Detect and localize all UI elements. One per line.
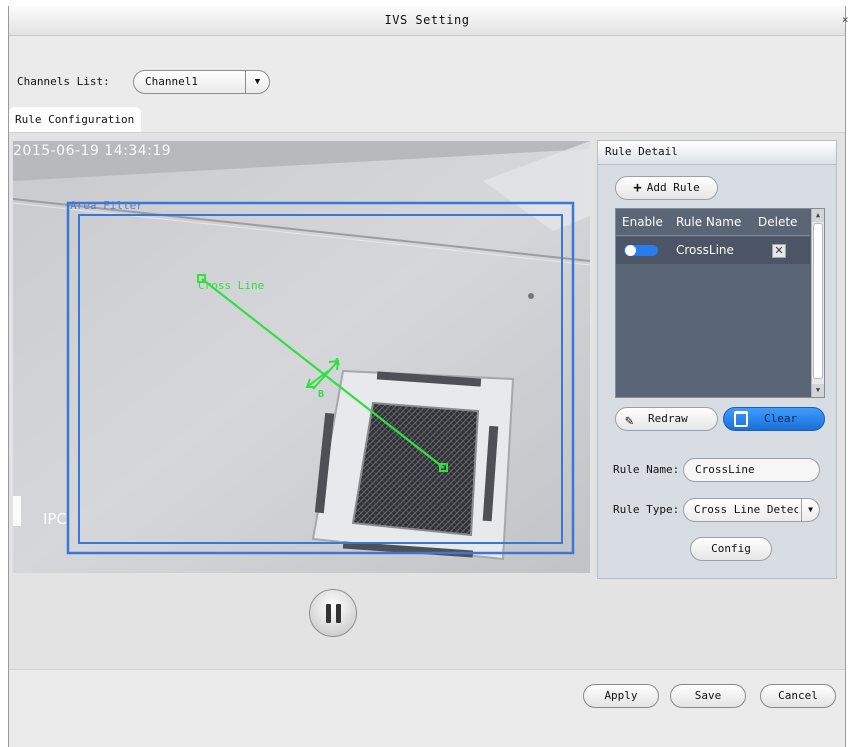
column-delete: Delete <box>758 215 798 229</box>
rule-type-label: Rule Type: <box>613 503 680 516</box>
column-rule-name: Rule Name <box>676 215 742 229</box>
rule-list-header: Enable Rule Name Delete <box>616 209 810 236</box>
redraw-button[interactable]: ✎ Redraw <box>615 407 718 431</box>
channel-select[interactable]: Channel1 ▼ <box>133 70 270 94</box>
rule-detail-panel: Rule Detail + Add Rule Enable Rule Name D… <box>597 140 837 579</box>
rule-name-input[interactable]: CrossLine <box>683 458 820 482</box>
scrollbar-thumb[interactable] <box>813 223 823 379</box>
rule-list-scrollbar[interactable]: ▲ ▼ <box>811 209 824 397</box>
save-button[interactable]: Save <box>670 684 746 708</box>
add-rule-label: Add Rule <box>646 181 700 194</box>
close-icon[interactable]: × <box>842 6 849 34</box>
enable-toggle[interactable] <box>624 245 658 256</box>
chevron-down-icon[interactable]: ▼ <box>245 71 269 93</box>
redraw-label: Redraw <box>648 412 688 425</box>
window-title: IVS Setting <box>384 13 470 27</box>
video-timestamp: 2015-06-19 14:34:19 <box>13 143 172 159</box>
chevron-down-icon[interactable]: ▼ <box>801 499 819 521</box>
add-rule-button[interactable]: + Add Rule <box>615 176 718 200</box>
video-preview[interactable]: 2015-06-19 14:34:19 Area Filter Cross Li… <box>13 141 590 573</box>
rule-list[interactable]: Enable Rule Name Delete CrossLine ✕ ▲ ▼ <box>615 208 825 398</box>
clear-button[interactable]: Clear <box>723 407 825 431</box>
rule-detail-title: Rule Detail <box>598 141 836 165</box>
clear-label: Clear <box>764 412 798 425</box>
plus-icon: + <box>633 180 642 196</box>
pause-button[interactable] <box>309 589 357 637</box>
title-bar: IVS Setting × <box>9 6 848 36</box>
delete-icon[interactable]: ✕ <box>772 244 786 258</box>
camera-label: IPC <box>43 510 67 528</box>
pencil-icon: ✎ <box>625 413 634 429</box>
config-button[interactable]: Config <box>690 537 772 561</box>
rule-type-value: Cross Line Detection <box>694 503 798 516</box>
trash-icon <box>734 411 748 427</box>
direction-a-label: A <box>334 357 341 368</box>
rule-type-select[interactable]: Cross Line Detection ▼ <box>683 498 820 522</box>
scroll-up-icon[interactable]: ▲ <box>812 209 824 222</box>
crossline-label: Cross Line <box>198 279 265 292</box>
channels-list-label: Channels List: <box>17 75 110 88</box>
rule-name-label: Rule Name: <box>613 463 680 476</box>
area-filter-label: Area Filter <box>70 199 143 212</box>
direction-b-label: B <box>318 389 325 400</box>
rule-name-cell: CrossLine <box>676 243 734 257</box>
tab-rule-configuration[interactable]: Rule Configuration <box>9 107 142 132</box>
column-enable: Enable <box>622 215 663 229</box>
scroll-down-icon[interactable]: ▼ <box>812 384 824 397</box>
table-row[interactable]: CrossLine ✕ <box>616 237 810 264</box>
cancel-button[interactable]: Cancel <box>760 684 836 708</box>
apply-button[interactable]: Apply <box>583 684 659 708</box>
channel-select-value: Channel1 <box>145 75 198 88</box>
divider <box>9 669 845 670</box>
